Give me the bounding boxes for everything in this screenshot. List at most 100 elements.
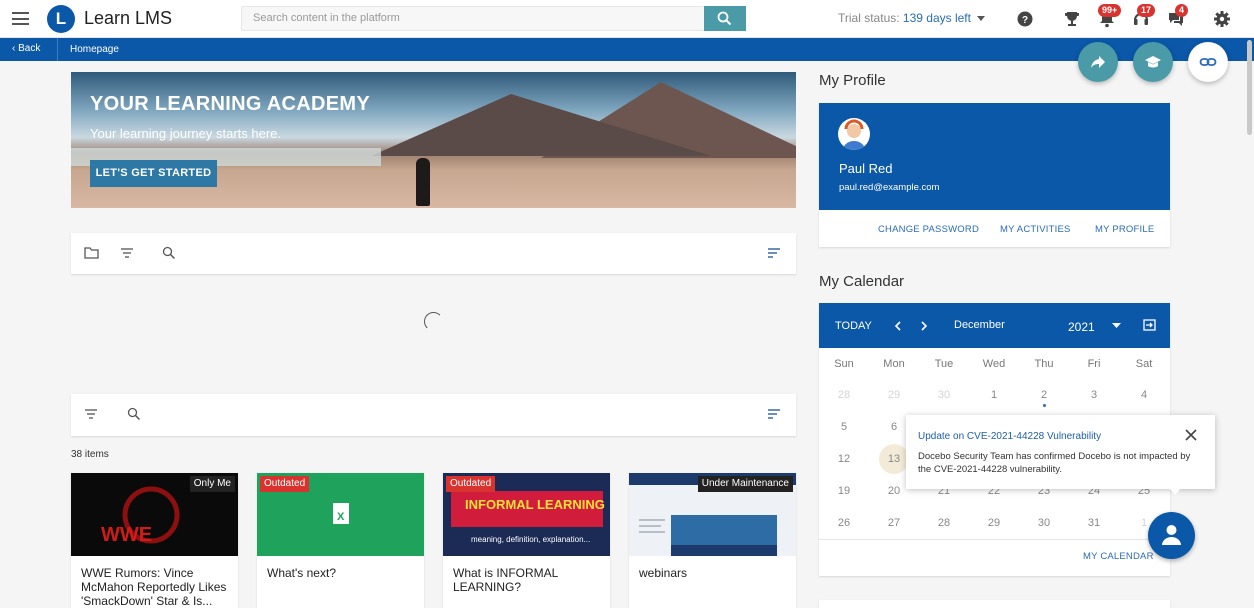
banner-title: YOUR LEARNING ACADEMY bbox=[90, 93, 371, 115]
menu-icon[interactable] bbox=[12, 12, 29, 25]
calendar-day[interactable]: 12 bbox=[819, 453, 869, 465]
calendar-day[interactable]: 4 bbox=[1119, 389, 1169, 401]
security-notice-popup: Update on CVE-2021-44228 Vulnerability D… bbox=[906, 415, 1215, 495]
notice-title[interactable]: Update on CVE-2021-44228 Vulnerability bbox=[918, 431, 1101, 442]
user-icon bbox=[1162, 525, 1181, 545]
trophy-icon[interactable] bbox=[1063, 10, 1081, 28]
search-button[interactable] bbox=[704, 6, 746, 31]
my-profile-link[interactable]: MY PROFILE bbox=[1095, 224, 1154, 235]
loading-spinner-icon bbox=[424, 312, 443, 331]
calendar-day[interactable]: 26 bbox=[819, 517, 869, 529]
calendar-day[interactable]: 19 bbox=[819, 485, 869, 497]
sort-icon[interactable] bbox=[767, 407, 781, 421]
top-header: L Learn LMS Search content in the platfo… bbox=[0, 0, 1254, 38]
calendar-day[interactable]: 3 bbox=[1069, 389, 1119, 401]
calendar-day[interactable]: 30 bbox=[919, 389, 969, 401]
help-icon[interactable]: ? bbox=[1016, 10, 1034, 28]
trial-status[interactable]: Trial status: 139 days left bbox=[838, 11, 986, 25]
weekday-label: Tue bbox=[934, 358, 954, 370]
catalog-toolbar bbox=[71, 233, 796, 274]
calendar-day-today[interactable]: 13 bbox=[879, 444, 909, 474]
calendar-day[interactable]: 28 bbox=[819, 389, 869, 401]
card-tag: Outdated bbox=[446, 476, 496, 492]
profile-email: paul.red@example.com bbox=[839, 182, 940, 193]
card-tag: Only Me bbox=[189, 476, 235, 492]
course-card[interactable]: WWE Only Me WWE Rumors: Vince McMahon Re… bbox=[71, 473, 238, 608]
app-name[interactable]: Learn LMS bbox=[84, 8, 172, 29]
caret-down-icon[interactable] bbox=[1112, 323, 1121, 329]
search-icon[interactable] bbox=[127, 407, 141, 421]
calendar-day[interactable]: 28 bbox=[919, 517, 969, 529]
exit-icon[interactable] bbox=[1143, 319, 1156, 331]
filter-icon[interactable] bbox=[120, 246, 134, 260]
my-calendar-link[interactable]: MY CALENDAR bbox=[1083, 551, 1154, 562]
card-title: webinars bbox=[639, 566, 688, 580]
card-title: What is INFORMAL LEARNING? bbox=[453, 566, 558, 594]
calendar-month: December bbox=[954, 319, 1005, 331]
banner-person-silhouette bbox=[416, 158, 430, 206]
course-card[interactable]: X Outdated What's next? bbox=[257, 473, 424, 608]
thumb-heading: INFORMAL LEARNING bbox=[465, 497, 605, 512]
messages-badge: 17 bbox=[1137, 4, 1156, 17]
hero-banner: YOUR LEARNING ACADEMY Your learning jour… bbox=[71, 72, 796, 208]
card-tag: Outdated bbox=[260, 476, 310, 492]
chevron-left-icon[interactable] bbox=[894, 321, 902, 331]
sort-icon[interactable] bbox=[767, 246, 781, 260]
calendar-day[interactable]: 27 bbox=[869, 517, 919, 529]
my-activities-link[interactable]: MY ACTIVITIES bbox=[1000, 224, 1071, 235]
calendar-day[interactable]: 29 bbox=[969, 517, 1019, 529]
gear-icon[interactable] bbox=[1213, 10, 1231, 28]
card-tag: Under Maintenance bbox=[697, 476, 793, 492]
profile-section-title: My Profile bbox=[819, 72, 886, 89]
calendar-day[interactable]: 2 bbox=[1019, 389, 1069, 401]
support-chat-button[interactable] bbox=[1148, 512, 1195, 559]
next-widget-card bbox=[819, 600, 1170, 608]
chevron-right-icon[interactable] bbox=[920, 321, 928, 331]
calendar-day[interactable]: 5 bbox=[819, 421, 869, 433]
calendar-year-select[interactable]: 2021 bbox=[1068, 320, 1095, 334]
folder-icon[interactable] bbox=[84, 246, 99, 260]
today-button[interactable]: TODAY bbox=[835, 320, 872, 332]
chevron-left-icon: ‹ bbox=[12, 43, 16, 54]
close-icon[interactable] bbox=[1185, 429, 1197, 441]
calendar-header: TODAY December 2021 bbox=[819, 303, 1170, 348]
profile-header: Paul Red paul.red@example.com bbox=[819, 103, 1170, 210]
breadcrumb-bar: ‹ Back Homepage bbox=[0, 38, 1254, 61]
avatar[interactable] bbox=[838, 118, 870, 150]
scrollbar[interactable] bbox=[1247, 40, 1252, 135]
search-icon[interactable] bbox=[162, 246, 176, 260]
calendar-divider bbox=[819, 539, 1170, 540]
calendar-day[interactable]: 30 bbox=[1019, 517, 1069, 529]
course-card[interactable]: Under Maintenance webinars bbox=[629, 473, 796, 608]
banner-mountain bbox=[371, 94, 711, 156]
nav-divider bbox=[57, 38, 58, 61]
search-input[interactable]: Search content in the platform bbox=[241, 6, 705, 31]
weekday-label: Sun bbox=[834, 358, 854, 370]
weekday-label: Fri bbox=[1087, 358, 1101, 370]
trial-days: 139 days left bbox=[902, 11, 971, 25]
share-button[interactable] bbox=[1078, 42, 1118, 82]
change-password-link[interactable]: CHANGE PASSWORD bbox=[878, 224, 979, 235]
link-icon bbox=[1199, 58, 1217, 66]
course-card[interactable]: INFORMAL LEARNING meaning, definition, e… bbox=[443, 473, 610, 608]
back-button[interactable]: ‹ Back bbox=[12, 43, 40, 54]
trial-label: Trial status: bbox=[838, 11, 900, 25]
filter-icon[interactable] bbox=[84, 407, 98, 421]
course-button[interactable] bbox=[1133, 42, 1173, 82]
weekday-label: Sat bbox=[1135, 358, 1153, 370]
calendar-day[interactable]: 1 bbox=[969, 389, 1019, 401]
calendar-day[interactable]: 31 bbox=[1069, 517, 1119, 529]
profile-card: Paul Red paul.red@example.com CHANGE PAS… bbox=[819, 103, 1170, 247]
link-button[interactable] bbox=[1188, 42, 1228, 82]
calendar-day[interactable]: 29 bbox=[869, 389, 919, 401]
weekday-label: Thu bbox=[1034, 358, 1054, 370]
logo-icon[interactable]: L bbox=[47, 5, 75, 33]
chat-badge: 4 bbox=[1175, 4, 1189, 17]
back-label: Back bbox=[18, 43, 41, 54]
get-started-button[interactable]: LET'S GET STARTED bbox=[90, 160, 217, 187]
svg-text:?: ? bbox=[1022, 15, 1028, 26]
notifications-badge: 99+ bbox=[1098, 4, 1122, 17]
breadcrumb-homepage[interactable]: Homepage bbox=[70, 44, 119, 55]
weekday-label: Wed bbox=[982, 358, 1006, 370]
popup-pointer bbox=[1168, 487, 1182, 495]
